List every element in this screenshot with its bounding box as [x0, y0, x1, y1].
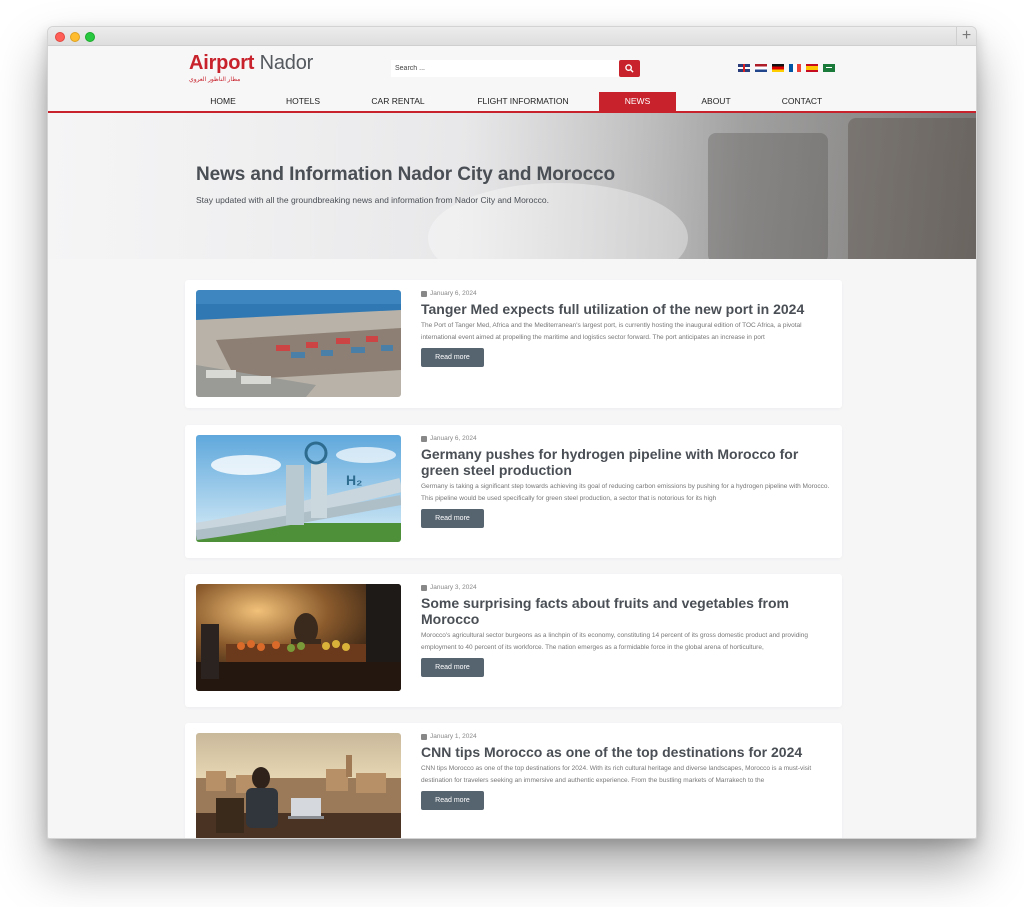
article-image-hydrogen[interactable]: H₂: [196, 435, 401, 542]
flag-english-icon[interactable]: [738, 64, 750, 72]
flag-spanish-icon[interactable]: [806, 64, 818, 72]
nav-news[interactable]: NEWS: [599, 92, 676, 111]
read-more-button[interactable]: Read more: [421, 791, 484, 810]
article-title[interactable]: Germany pushes for hydrogen pipeline wit…: [421, 446, 831, 478]
site-logo[interactable]: Airport Nador مطار الناظور العروي: [189, 52, 313, 83]
news-card: January 6, 2024 Tanger Med expects full …: [185, 280, 842, 408]
search-icon: [625, 64, 634, 73]
page-subtitle: Stay updated with all the groundbreaking…: [196, 195, 549, 205]
search-input[interactable]: [391, 60, 619, 77]
nav-home[interactable]: HOME: [189, 92, 257, 111]
read-more-button[interactable]: Read more: [421, 509, 484, 528]
article-date: January 6, 2024: [421, 290, 831, 297]
site-header: Airport Nador مطار الناظور العروي HOME H…: [48, 46, 976, 113]
nav-contact[interactable]: CONTACT: [756, 92, 848, 111]
logo-word-airport: Airport: [189, 52, 255, 74]
search-form: [391, 60, 641, 77]
flag-german-icon[interactable]: [772, 64, 784, 72]
logo-word-nador: Nador: [259, 52, 314, 74]
nav-hotels[interactable]: HOTELS: [257, 92, 349, 111]
article-image-port[interactable]: [196, 290, 401, 397]
svg-text:H₂: H₂: [346, 472, 362, 488]
calendar-icon: [421, 290, 427, 297]
browser-window: + Airport Nador مطار الناظور العروي Sear…: [47, 26, 977, 839]
nav-about[interactable]: ABOUT: [676, 92, 756, 111]
hero-banner: News and Information Nador City and Moro…: [48, 113, 976, 259]
flag-arabic-icon[interactable]: [823, 64, 835, 72]
article-image-market[interactable]: [196, 584, 401, 691]
flag-french-icon[interactable]: [789, 64, 801, 72]
hero-newspaper-shape: [708, 133, 828, 259]
calendar-icon: [421, 733, 427, 740]
hero-newspaper-shape: [848, 118, 976, 259]
article-excerpt: The Port of Tanger Med, Africa and the M…: [421, 322, 802, 341]
language-switcher: [738, 64, 835, 72]
maximize-window-button[interactable]: [85, 32, 95, 42]
news-card: January 1, 2024 CNN tips Morocco as one …: [185, 723, 842, 838]
article-image-traveler[interactable]: [196, 733, 401, 838]
read-more-button[interactable]: Read more: [421, 658, 484, 677]
article-date: January 3, 2024: [421, 584, 831, 591]
article-title[interactable]: Tanger Med expects full utilization of t…: [421, 301, 831, 317]
article-date: January 1, 2024: [421, 733, 831, 740]
logo-tagline: مطار الناظور العروي: [189, 77, 241, 83]
search-button[interactable]: [619, 60, 640, 77]
flag-dutch-icon[interactable]: [755, 64, 767, 72]
read-more-button[interactable]: Read more: [421, 348, 484, 367]
new-tab-button[interactable]: +: [956, 27, 976, 46]
main-nav: HOME HOTELS CAR RENTAL FLIGHT INFORMATIO…: [189, 92, 848, 111]
article-excerpt: Morocco's agricultural sector burgeons a…: [421, 632, 808, 651]
nav-car-rental[interactable]: CAR RENTAL: [349, 92, 447, 111]
browser-titlebar: +: [48, 27, 976, 46]
article-title[interactable]: Some surprising facts about fruits and v…: [421, 595, 831, 627]
news-card: January 3, 2024 Some surprising facts ab…: [185, 574, 842, 707]
calendar-icon: [421, 584, 427, 591]
page-title: News and Information Nador City and Moro…: [196, 164, 616, 185]
article-date: January 6, 2024: [421, 435, 831, 442]
article-excerpt: CNN tips Morocco as one of the top desti…: [421, 765, 812, 784]
article-title[interactable]: CNN tips Morocco as one of the top desti…: [421, 744, 831, 760]
news-card: H₂ January 6, 2024 Germany pushes for hy…: [185, 425, 842, 558]
calendar-icon: [421, 435, 427, 442]
close-window-button[interactable]: [55, 32, 65, 42]
nav-flight-information[interactable]: FLIGHT INFORMATION: [447, 92, 599, 111]
article-excerpt: Germany is taking a significant step tow…: [421, 483, 830, 502]
minimize-window-button[interactable]: [70, 32, 80, 42]
